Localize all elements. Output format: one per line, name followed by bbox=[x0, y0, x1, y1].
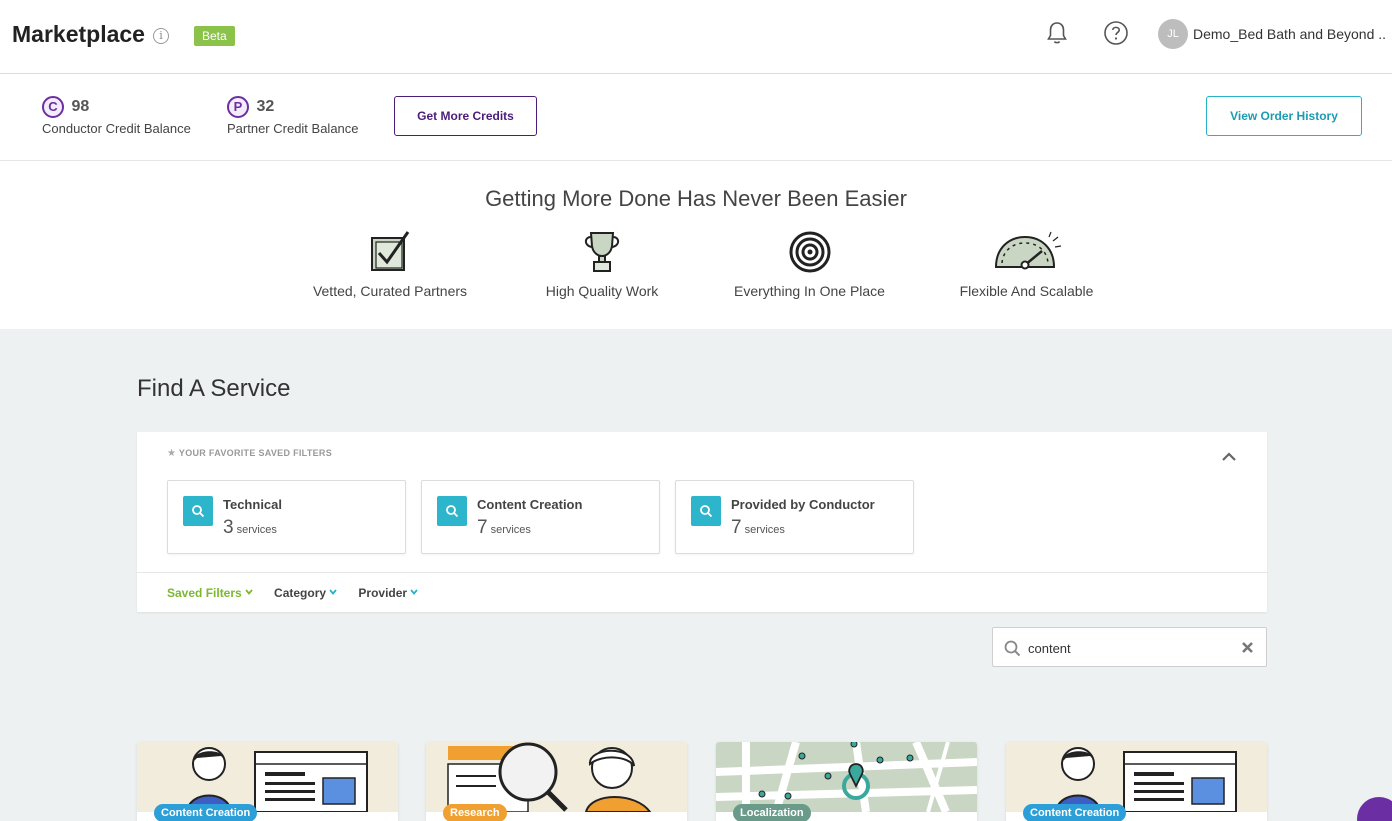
partner-credit-label: Partner Credit Balance bbox=[227, 121, 359, 136]
target-icon bbox=[789, 231, 830, 273]
saved-filter-name: Technical bbox=[223, 497, 283, 512]
partner-credit-value: 32 bbox=[256, 98, 275, 115]
view-order-history-button[interactable]: View Order History bbox=[1206, 96, 1362, 136]
bell-icon[interactable] bbox=[1044, 20, 1070, 46]
service-illustration-person-laptop bbox=[137, 742, 398, 813]
feature-one-place: Everything In One Place bbox=[732, 229, 887, 299]
saved-filters-panel: ★ YOUR FAVORITE SAVED FILTERS Technical … bbox=[137, 432, 1267, 612]
saved-filter-name: Provided by Conductor bbox=[731, 497, 875, 512]
conductor-credit-label: Conductor Credit Balance bbox=[42, 121, 191, 136]
chevron-down-icon bbox=[329, 589, 337, 595]
avatar[interactable]: JL bbox=[1158, 19, 1188, 49]
page-title: Marketplace bbox=[12, 21, 145, 47]
search-icon bbox=[1004, 640, 1021, 657]
search-icon bbox=[437, 496, 467, 526]
checkbox-icon bbox=[371, 231, 410, 271]
partner-credit-icon: P bbox=[227, 96, 249, 118]
saved-filter-card-provided-by-conductor[interactable]: Provided by Conductor 7 services bbox=[675, 480, 914, 554]
feature-vetted-partners: Vetted, Curated Partners bbox=[309, 229, 471, 299]
service-card[interactable]: Content Creation bbox=[1006, 742, 1267, 821]
category-pill: Content Creation bbox=[1023, 804, 1127, 821]
hero-section: Getting More Done Has Never Been Easier … bbox=[0, 161, 1392, 329]
conductor-credit-icon: C bbox=[42, 96, 64, 118]
trophy-icon bbox=[584, 232, 620, 272]
feature-high-quality: High Quality Work bbox=[542, 229, 662, 299]
feature-label: Vetted, Curated Partners bbox=[312, 283, 468, 299]
saved-filter-count: 3 services bbox=[223, 517, 277, 538]
find-service-title: Find A Service bbox=[137, 375, 291, 402]
category-pill: Content Creation bbox=[154, 804, 258, 821]
service-illustration-magnifier bbox=[426, 742, 687, 813]
saved-filter-count: 7 services bbox=[477, 517, 531, 538]
hero-title: Getting More Done Has Never Been Easier bbox=[485, 186, 907, 211]
feature-label: High Quality Work bbox=[545, 283, 659, 299]
conductor-credit-value: 98 bbox=[71, 98, 90, 115]
saved-filter-card-technical[interactable]: Technical 3 services bbox=[167, 480, 406, 554]
search-icon bbox=[183, 496, 213, 526]
service-card[interactable]: Research bbox=[426, 742, 687, 821]
divider bbox=[137, 572, 1267, 573]
service-illustration-person-laptop bbox=[1006, 742, 1267, 813]
tab-saved-filters[interactable]: Saved Filters bbox=[167, 586, 253, 600]
feature-flexible-scalable: Flexible And Scalable bbox=[958, 229, 1095, 299]
service-illustration-map bbox=[716, 742, 977, 814]
search-input[interactable] bbox=[1028, 638, 1228, 658]
find-service-section: Find A Service ★ YOUR FAVORITE SAVED FIL… bbox=[0, 329, 1392, 821]
service-search-box bbox=[992, 627, 1267, 667]
feature-label: Flexible And Scalable bbox=[959, 283, 1094, 299]
beta-badge: Beta bbox=[194, 26, 235, 46]
category-pill: Research bbox=[443, 804, 507, 821]
service-card[interactable]: Content Creation bbox=[137, 742, 398, 821]
chevron-up-icon[interactable] bbox=[1221, 450, 1237, 462]
star-icon: ★ bbox=[167, 448, 177, 459]
chevron-down-icon bbox=[245, 589, 253, 595]
favorites-heading-text: YOUR FAVORITE SAVED FILTERS bbox=[178, 448, 333, 458]
saved-filter-card-content-creation[interactable]: Content Creation 7 services bbox=[421, 480, 660, 554]
saved-filter-name: Content Creation bbox=[477, 497, 583, 512]
get-more-credits-button[interactable]: Get More Credits bbox=[394, 96, 537, 136]
feature-label: Everything In One Place bbox=[734, 283, 885, 299]
account-name[interactable]: Demo_Bed Bath and Beyond ... bbox=[1193, 26, 1385, 42]
top-header: Marketplace i Beta JL Demo_Bed Bath and … bbox=[0, 0, 1392, 74]
conductor-credit-block: C 98 Conductor Credit Balance bbox=[42, 96, 191, 136]
search-icon bbox=[691, 496, 721, 526]
category-pill: Localization bbox=[733, 804, 811, 821]
clear-icon[interactable] bbox=[1241, 641, 1254, 654]
gauge-icon bbox=[994, 231, 1061, 270]
info-icon[interactable]: i bbox=[153, 28, 169, 44]
partner-credit-block: P 32 Partner Credit Balance bbox=[227, 96, 359, 136]
favorites-heading: ★ YOUR FAVORITE SAVED FILTERS bbox=[167, 448, 332, 459]
saved-filter-count: 7 services bbox=[731, 517, 785, 538]
tab-provider[interactable]: Provider bbox=[358, 586, 418, 600]
credits-bar: C 98 Conductor Credit Balance P 32 Partn… bbox=[0, 74, 1392, 161]
chevron-down-icon bbox=[410, 589, 418, 595]
filter-tabs: Saved Filters Category Provider bbox=[167, 586, 436, 600]
tab-category[interactable]: Category bbox=[274, 586, 337, 600]
help-icon[interactable] bbox=[1103, 20, 1129, 46]
service-card[interactable]: Localization bbox=[716, 742, 977, 821]
